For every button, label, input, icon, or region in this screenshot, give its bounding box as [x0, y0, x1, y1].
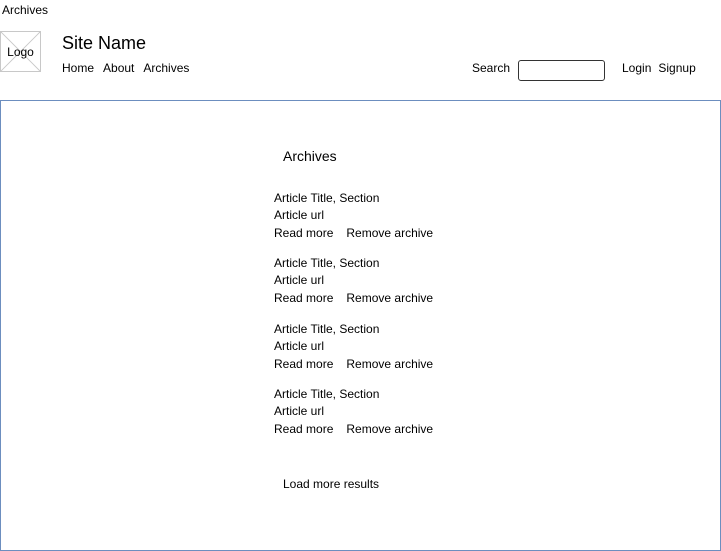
article-title: Article Title, Section	[274, 191, 380, 205]
read-more-link[interactable]: Read more	[274, 290, 333, 307]
remove-archive-link[interactable]: Remove archive	[346, 225, 433, 242]
page-label: Archives	[2, 3, 49, 17]
remove-archive-link[interactable]: Remove archive	[346, 290, 433, 307]
main-nav: Home About Archives	[62, 61, 189, 75]
logo-text: Logo	[7, 44, 34, 59]
item-actions: Read more Remove archive	[274, 421, 433, 438]
item-actions: Read more Remove archive	[274, 356, 433, 373]
list-item: Article Title, Section Article url Read …	[274, 255, 433, 307]
item-actions: Read more Remove archive	[274, 225, 433, 242]
read-more-link[interactable]: Read more	[274, 421, 333, 438]
article-title: Article Title, Section	[274, 322, 380, 336]
read-more-link[interactable]: Read more	[274, 225, 333, 242]
logo[interactable]: Logo	[0, 31, 41, 72]
load-more-button[interactable]: Load more results	[283, 477, 379, 491]
article-title: Article Title, Section	[274, 256, 380, 270]
article-title: Article Title, Section	[274, 387, 380, 401]
nav-home[interactable]: Home	[62, 61, 94, 75]
nav-archives[interactable]: Archives	[143, 61, 189, 75]
remove-archive-link[interactable]: Remove archive	[346, 421, 433, 438]
page-title: Archives	[283, 148, 337, 164]
remove-archive-link[interactable]: Remove archive	[346, 356, 433, 373]
search-input[interactable]	[518, 60, 605, 81]
search-label: Search	[472, 61, 511, 75]
article-url: Article url	[274, 273, 325, 288]
main-content: Archives Article Title, Section Article …	[0, 100, 721, 551]
item-actions: Read more Remove archive	[274, 290, 433, 307]
list-item: Article Title, Section Article url Read …	[274, 386, 433, 438]
signup-link[interactable]: Signup	[658, 61, 695, 75]
article-url: Article url	[274, 339, 325, 354]
read-more-link[interactable]: Read more	[274, 356, 333, 373]
auth-links: Login Signup	[622, 61, 696, 75]
nav-about[interactable]: About	[103, 61, 134, 75]
list-item: Article Title, Section Article url Read …	[274, 321, 433, 373]
article-url: Article url	[274, 404, 325, 419]
login-link[interactable]: Login	[622, 61, 651, 75]
site-name[interactable]: Site Name	[62, 33, 146, 54]
article-url: Article url	[274, 208, 325, 223]
list-item: Article Title, Section Article url Read …	[274, 190, 433, 242]
